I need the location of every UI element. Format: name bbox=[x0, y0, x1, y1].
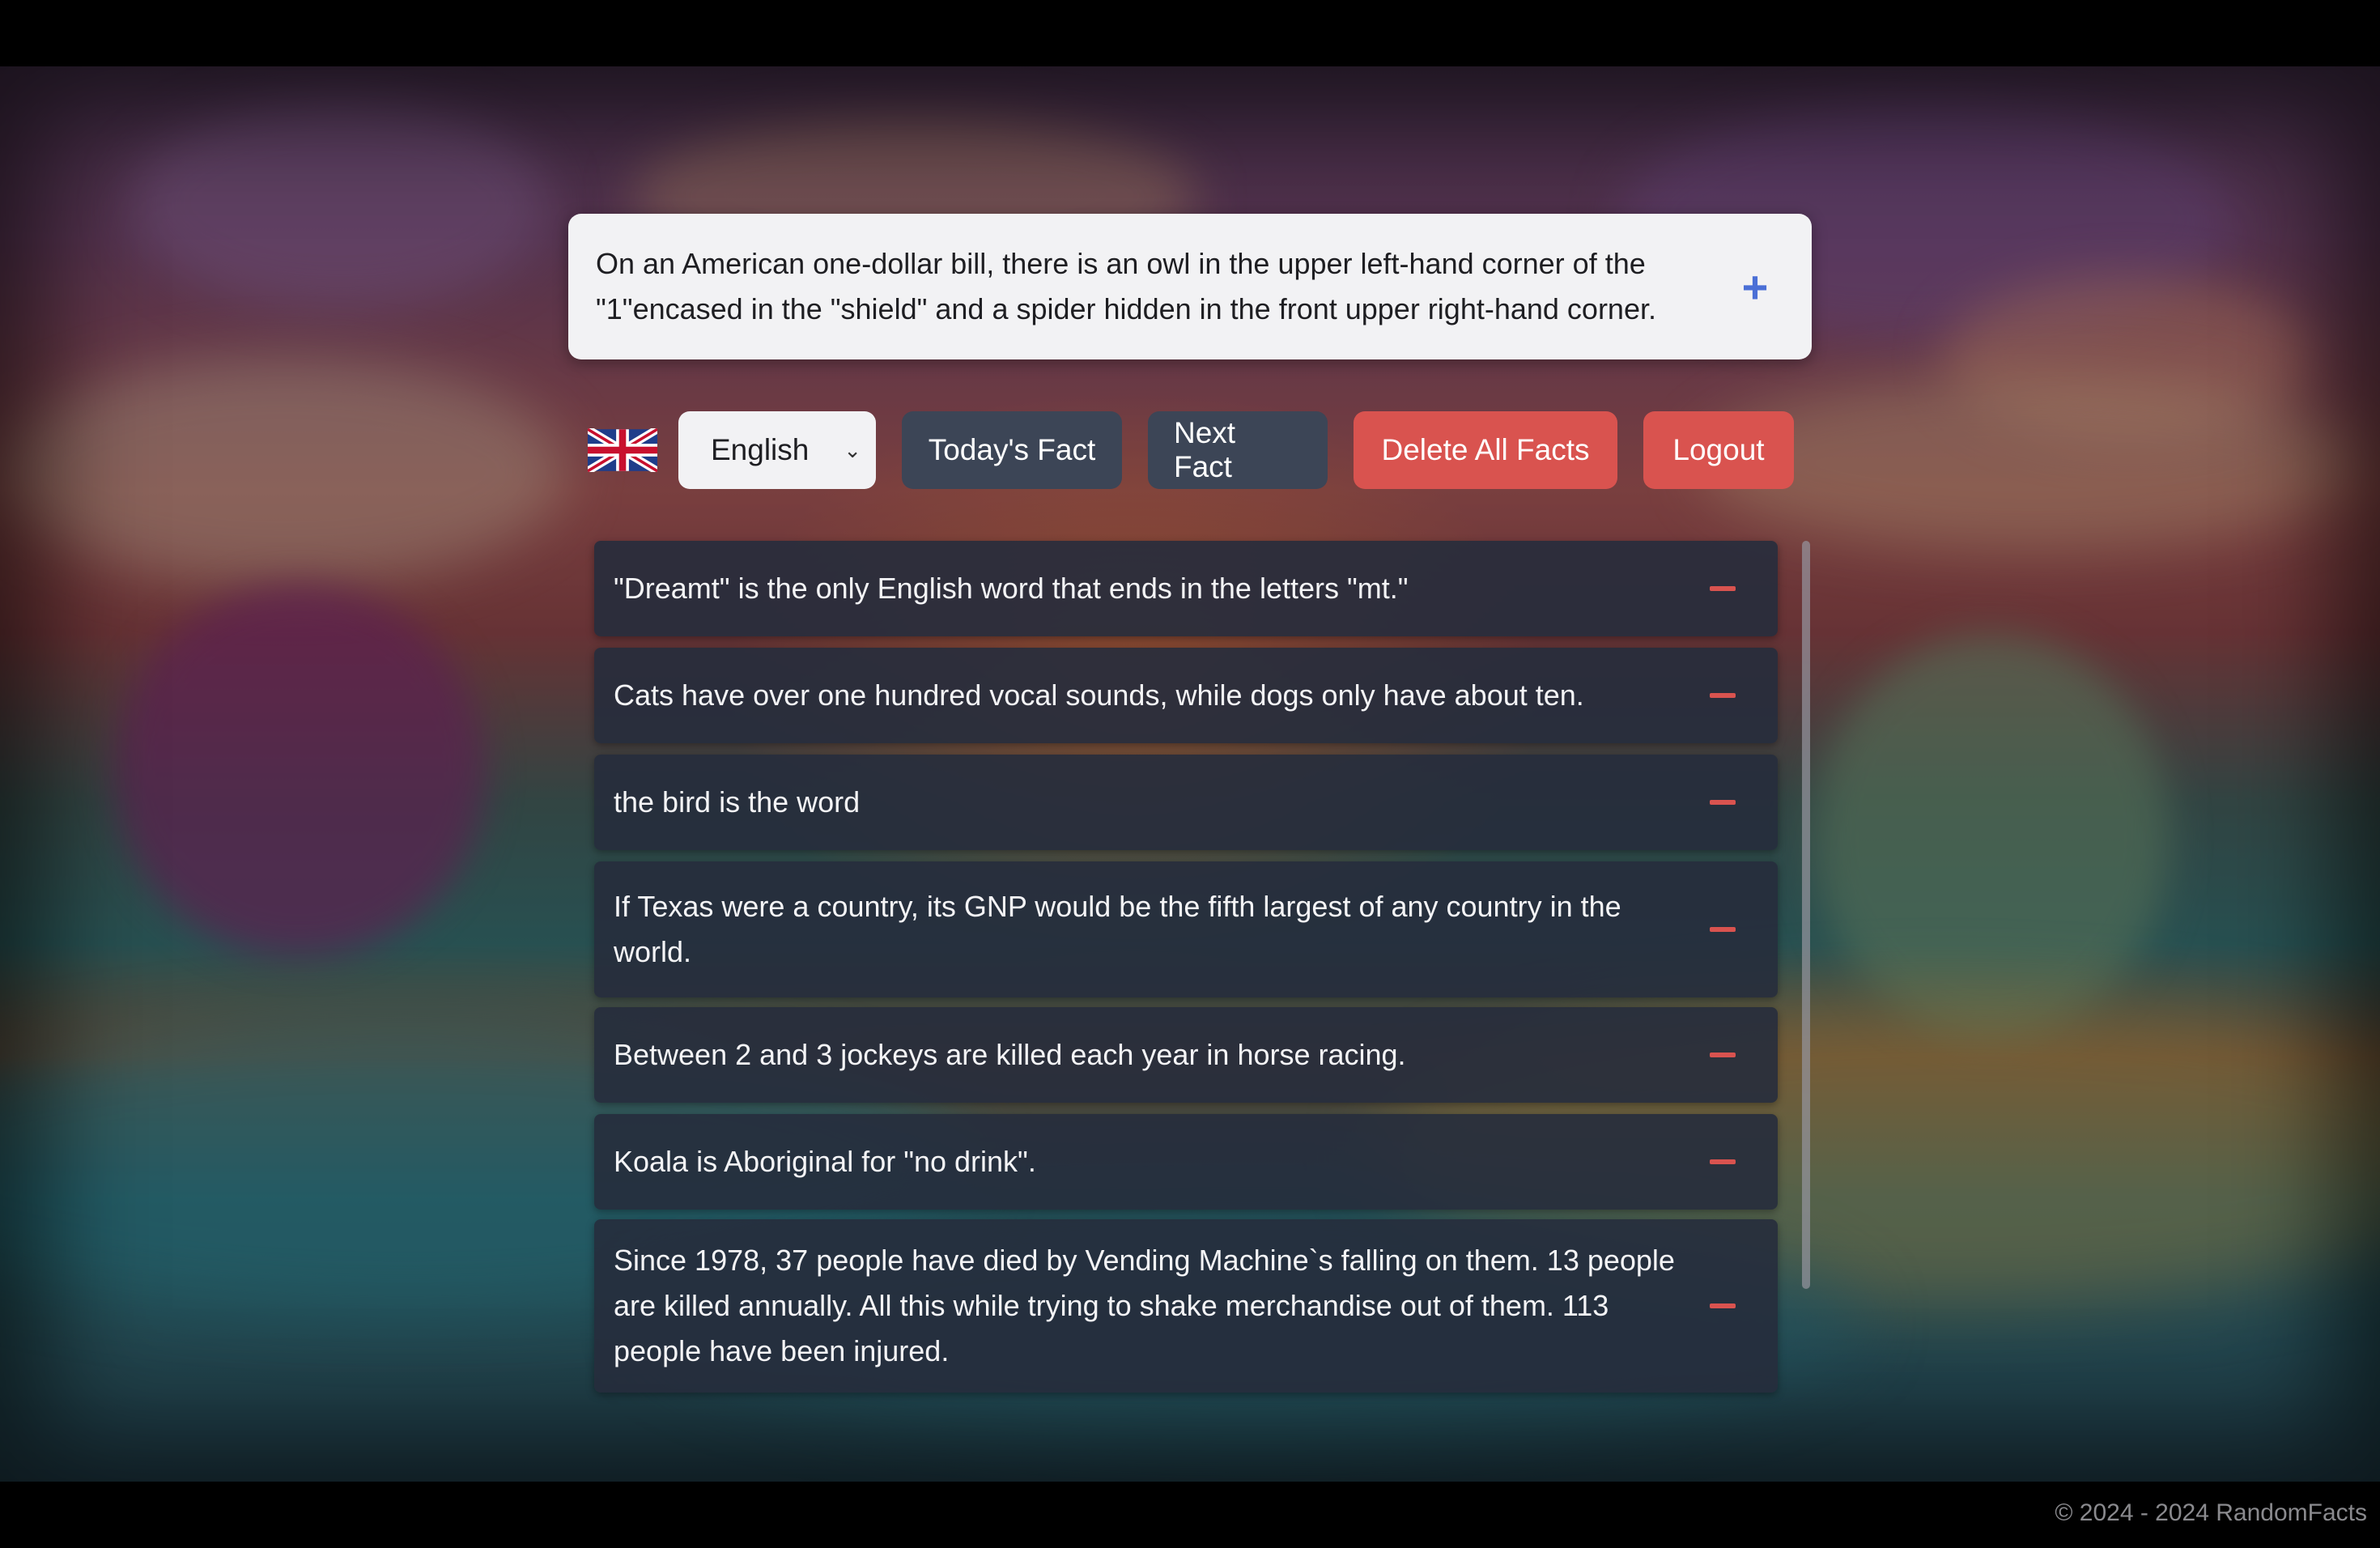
fact-item-text: Between 2 and 3 jockeys are killed each … bbox=[614, 1038, 1406, 1071]
footer-copyright: © 2024 - 2024 RandomFacts bbox=[2055, 1499, 2367, 1526]
language-select[interactable]: English ⌄ bbox=[678, 411, 876, 489]
list-item: If Texas were a country, its GNP would b… bbox=[594, 861, 1778, 997]
list-item: Between 2 and 3 jockeys are killed each … bbox=[594, 1007, 1778, 1103]
list-item: Cats have over one hundred vocal sounds,… bbox=[594, 648, 1778, 743]
next-fact-button[interactable]: Next Fact bbox=[1148, 411, 1328, 489]
list-item: the bird is the word bbox=[594, 755, 1778, 850]
fact-item-text: Cats have over one hundred vocal sounds,… bbox=[614, 678, 1584, 712]
toolbar: English ⌄ Today's Fact Next Fact Delete … bbox=[588, 411, 1794, 489]
top-bar bbox=[0, 0, 2380, 66]
delete-all-facts-button[interactable]: Delete All Facts bbox=[1354, 411, 1617, 489]
remove-icon[interactable] bbox=[1700, 1139, 1745, 1184]
list-item: Since 1978, 37 people have died by Vendi… bbox=[594, 1219, 1778, 1393]
list-item: Koala is Aboriginal for "no drink". bbox=[594, 1114, 1778, 1210]
fact-of-day-text: On an American one-dollar bill, there is… bbox=[596, 247, 1656, 325]
remove-icon[interactable] bbox=[1700, 673, 1745, 718]
list-scrollbar[interactable] bbox=[1802, 541, 1810, 1289]
remove-icon[interactable] bbox=[1700, 1032, 1745, 1078]
fact-item-text: Since 1978, 37 people have died by Vendi… bbox=[614, 1244, 1675, 1367]
logout-button[interactable]: Logout bbox=[1643, 411, 1794, 489]
fact-item-text: If Texas were a country, its GNP would b… bbox=[614, 890, 1621, 968]
remove-icon[interactable] bbox=[1700, 907, 1745, 952]
uk-flag-icon bbox=[588, 428, 657, 472]
language-select-value: English bbox=[711, 433, 810, 466]
remove-icon[interactable] bbox=[1700, 566, 1745, 611]
chevron-down-icon: ⌄ bbox=[844, 437, 861, 462]
saved-facts-list[interactable]: "Dreamt" is the only English word that e… bbox=[594, 541, 1778, 1393]
add-fact-button[interactable]: + bbox=[1731, 261, 1779, 313]
fact-item-text: the bird is the word bbox=[614, 785, 861, 819]
fact-of-day-card: On an American one-dollar bill, there is… bbox=[568, 214, 1812, 359]
remove-icon[interactable] bbox=[1700, 780, 1745, 825]
fact-item-text: "Dreamt" is the only English word that e… bbox=[614, 572, 1409, 605]
todays-fact-button[interactable]: Today's Fact bbox=[902, 411, 1122, 489]
remove-icon[interactable] bbox=[1700, 1283, 1745, 1329]
fact-item-text: Koala is Aboriginal for "no drink". bbox=[614, 1145, 1036, 1178]
plus-icon: + bbox=[1741, 261, 1769, 313]
list-item: "Dreamt" is the only English word that e… bbox=[594, 541, 1778, 636]
bottom-bar bbox=[0, 1482, 2380, 1548]
app-window: On an American one-dollar bill, there is… bbox=[0, 0, 2380, 1548]
